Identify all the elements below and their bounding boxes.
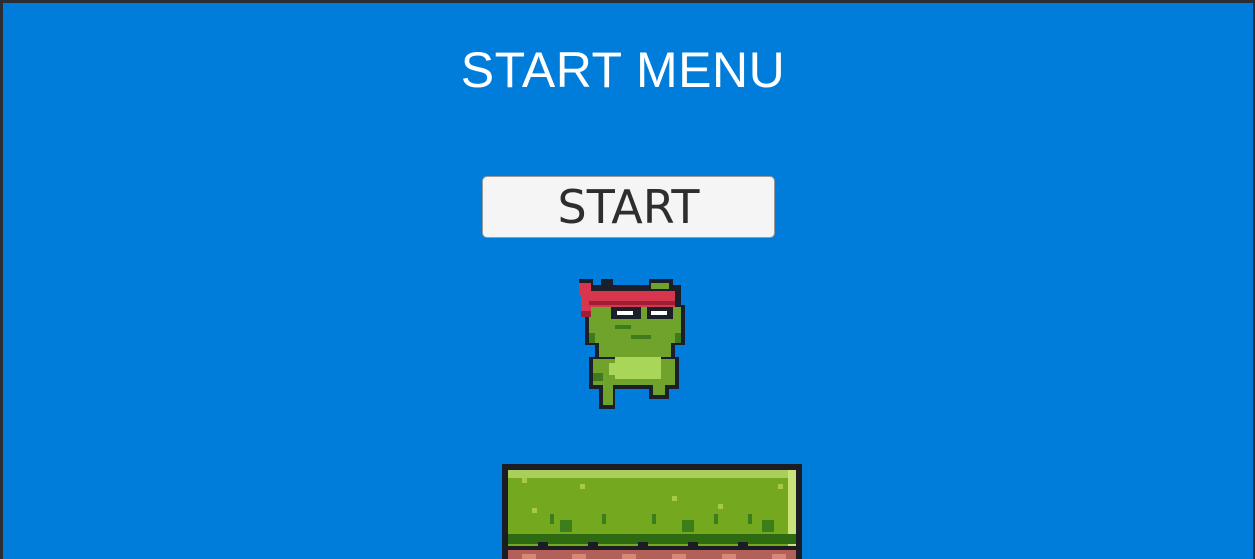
start-button[interactable]: START bbox=[482, 176, 775, 238]
menu-title: START MENU bbox=[460, 42, 786, 98]
grass-platform bbox=[502, 464, 802, 559]
ninja-frog-sprite bbox=[579, 279, 685, 409]
game-viewport: START MENU START bbox=[0, 0, 1255, 559]
